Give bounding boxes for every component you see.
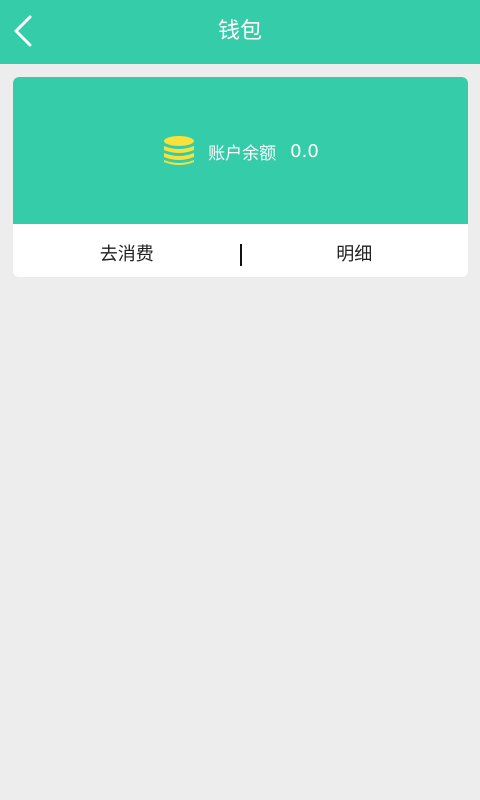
page-title: 钱包	[217, 19, 262, 44]
coin-stack-icon	[164, 136, 195, 165]
top-bar: 钱包	[0, 0, 480, 64]
balance-label: 账户余额	[208, 143, 277, 164]
balance-panel: 账户余额 0.0	[13, 77, 468, 224]
action-divider	[240, 244, 242, 266]
wallet-card: 账户余额 0.0 去消费 明细	[13, 77, 468, 277]
back-button[interactable]	[0, 0, 56, 64]
spend-button[interactable]: 去消费	[13, 224, 241, 277]
balance-row: 账户余额 0.0	[13, 133, 468, 169]
balance-value: 0.0	[290, 140, 319, 162]
chevron-left-icon	[14, 15, 32, 47]
action-row: 去消费 明细	[13, 224, 468, 277]
detail-button[interactable]: 明细	[241, 224, 469, 277]
